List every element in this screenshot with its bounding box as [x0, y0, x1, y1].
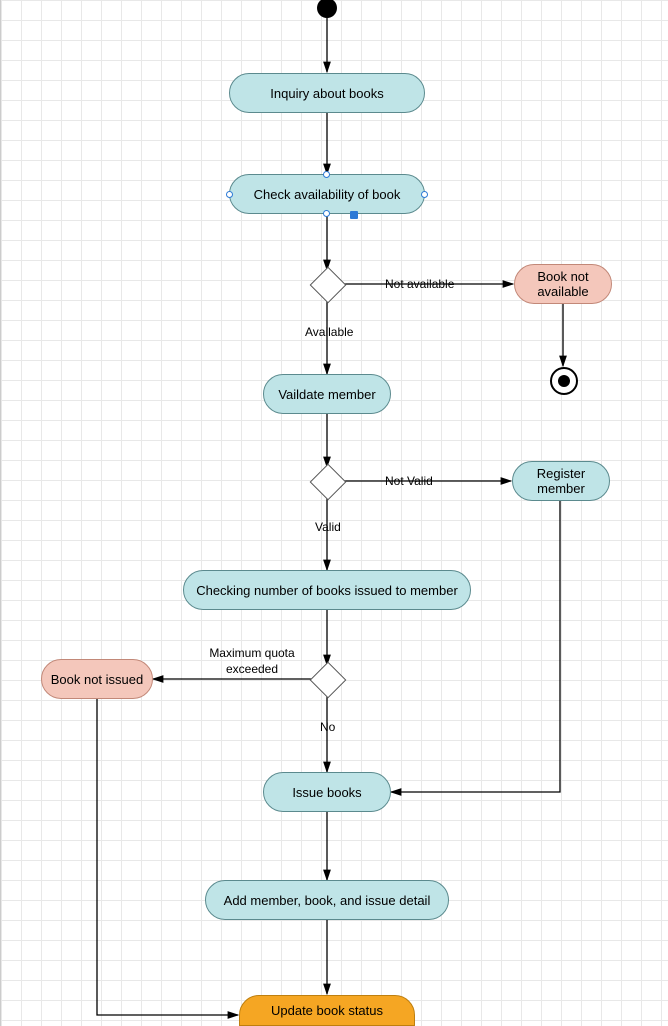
activity-label: Book not issued: [51, 672, 144, 687]
activity-update-status[interactable]: Update book status: [239, 995, 415, 1026]
edge-label-max-quota: Maximum quota exceeded: [197, 646, 307, 677]
activity-label: Issue books: [292, 785, 361, 800]
activity-label: Inquiry about books: [270, 86, 383, 101]
activity-label: Add member, book, and issue detail: [224, 893, 431, 908]
edge-label-no: No: [320, 720, 335, 734]
selection-handle[interactable]: [226, 191, 233, 198]
diagram-canvas[interactable]: Inquiry about books Check availability o…: [0, 0, 668, 1026]
decision-quota[interactable]: [310, 662, 347, 699]
activity-add-detail[interactable]: Add member, book, and issue detail: [205, 880, 449, 920]
activity-validate-member[interactable]: Vaildate member: [263, 374, 391, 414]
activity-inquiry[interactable]: Inquiry about books: [229, 73, 425, 113]
decision-validity[interactable]: [310, 464, 347, 501]
activity-label: Register member: [521, 466, 601, 496]
activity-label: Check availability of book: [254, 187, 401, 202]
activity-checking-books[interactable]: Checking number of books issued to membe…: [183, 570, 471, 610]
activity-issue-books[interactable]: Issue books: [263, 772, 391, 812]
initial-node[interactable]: [317, 0, 337, 18]
activity-book-not-issued[interactable]: Book not issued: [41, 659, 153, 699]
final-node-inner: [558, 375, 570, 387]
decision-availability[interactable]: [310, 267, 347, 304]
selection-handle[interactable]: [323, 210, 330, 217]
edge-label-not-available: Not available: [385, 277, 454, 291]
selection-handle[interactable]: [323, 171, 330, 178]
selection-handle-rotate[interactable]: [350, 211, 358, 219]
selection-handle[interactable]: [421, 191, 428, 198]
edge-label-available: Available: [305, 325, 353, 339]
edges-layer: [1, 0, 668, 1026]
activity-label: Checking number of books issued to membe…: [196, 583, 458, 598]
activity-check-availability[interactable]: Check availability of book: [229, 174, 425, 214]
edge-label-valid: Valid: [315, 520, 341, 534]
edge-label-not-valid: Not Valid: [385, 474, 433, 488]
activity-label: Update book status: [271, 1003, 383, 1018]
activity-register-member[interactable]: Register member: [512, 461, 610, 501]
activity-label: Book not available: [523, 269, 603, 299]
final-node[interactable]: [550, 367, 578, 395]
activity-label: Vaildate member: [278, 387, 375, 402]
activity-book-not-available[interactable]: Book not available: [514, 264, 612, 304]
